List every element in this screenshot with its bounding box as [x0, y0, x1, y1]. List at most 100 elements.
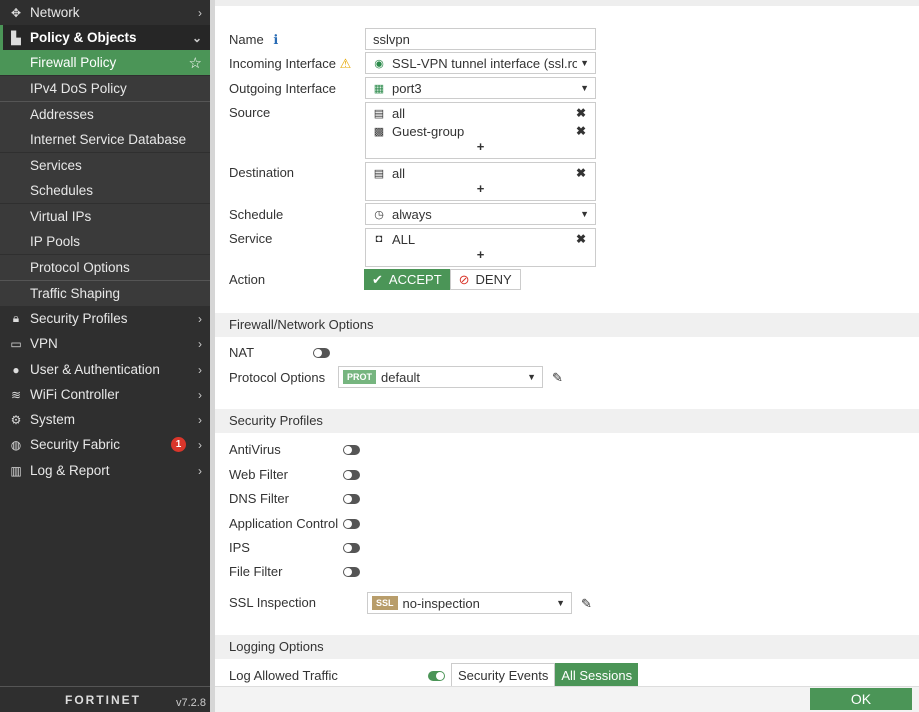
nav-label: IPv4 DoS Policy	[30, 81, 127, 96]
nav-label: Firewall Policy	[30, 55, 117, 70]
user-icon: ●	[12, 362, 20, 377]
add-service-button[interactable]: +	[373, 248, 588, 264]
nat-toggle[interactable]	[313, 348, 330, 358]
remove-icon[interactable]: ✖	[576, 124, 586, 138]
nav-label: VPN	[30, 336, 58, 351]
nav-label: Schedules	[30, 183, 94, 198]
ssl-inspection-select[interactable]: SSL no-inspection ▼	[367, 592, 572, 614]
dropdown-arrow-icon: ▼	[527, 372, 536, 382]
incoming-value: SSL-VPN tunnel interface (ssl.root)	[392, 55, 582, 71]
file-filter-toggle[interactable]	[343, 567, 360, 577]
ssl-inspection-label: SSL Inspection	[229, 595, 316, 610]
remove-icon[interactable]: ✖	[576, 166, 586, 180]
nav-system[interactable]: ⚙ System ›	[0, 407, 210, 432]
nav-label: Protocol Options	[30, 260, 130, 275]
laptop-icon: ▭	[10, 336, 22, 351]
security-events-button[interactable]: Security Events	[451, 663, 556, 686]
remove-icon[interactable]: ✖	[576, 232, 586, 246]
dropdown-arrow-icon: ▼	[577, 58, 589, 68]
nav-label: Log & Report	[30, 463, 110, 478]
deny-label: DENY	[475, 272, 512, 287]
ssl-tag: SSL	[372, 596, 398, 610]
name-label: Name ℹ	[229, 32, 278, 48]
all-sessions-button[interactable]: All Sessions	[555, 663, 639, 686]
nat-label: NAT	[229, 345, 255, 360]
service-field[interactable]: ◘ ALL ✖ +	[365, 228, 596, 267]
incoming-interface-select[interactable]: ◉ SSL-VPN tunnel interface (ssl.root) ▼	[365, 52, 596, 74]
log-mode-toggle: Security Events All Sessions	[451, 663, 639, 686]
dropdown-arrow-icon: ▼	[556, 598, 565, 608]
nav-security-profiles[interactable]: 🔒︎ Security Profiles ›	[0, 306, 210, 331]
nav-firewall-policy[interactable]: Firewall Policy ☆	[0, 50, 210, 75]
dropdown-arrow-icon: ▼	[580, 209, 589, 219]
item-label: ALL	[392, 231, 416, 247]
edit-pencil-icon[interactable]: ✎	[552, 370, 563, 386]
source-label: Source	[229, 105, 271, 120]
nav-label: Network	[30, 5, 80, 20]
edit-pencil-icon[interactable]: ✎	[581, 596, 592, 612]
ssl-value: no-inspection	[402, 595, 480, 611]
fabric-icon: ◍	[10, 437, 22, 452]
nav-vpn[interactable]: ▭ VPN ›	[0, 331, 210, 356]
ok-button[interactable]: OK	[810, 688, 912, 710]
gear-icon: ⚙	[10, 412, 22, 427]
nav-wifi-controller[interactable]: ≋ WiFi Controller ›	[0, 382, 210, 407]
add-source-button[interactable]: +	[373, 140, 588, 156]
add-destination-button[interactable]: +	[373, 182, 588, 198]
antivirus-toggle[interactable]	[343, 445, 360, 455]
log-allowed-traffic-toggle[interactable]	[428, 671, 445, 681]
chevron-right-icon: ›	[198, 412, 202, 427]
prot-tag: PROT	[343, 370, 377, 384]
nav-log-report[interactable]: ▥ Log & Report ›	[0, 458, 210, 483]
lock-icon: 🔒︎	[12, 311, 20, 325]
nav-user-authentication[interactable]: ● User & Authentication ›	[0, 357, 210, 382]
nav-protocol-options[interactable]: Protocol Options	[0, 255, 210, 280]
nav-traffic-shaping[interactable]: Traffic Shaping	[0, 281, 210, 306]
file-filter-label: File Filter	[229, 564, 283, 579]
name-input[interactable]: sslvpn	[365, 28, 596, 50]
ips-toggle[interactable]	[343, 543, 360, 553]
incoming-interface-label: Incoming Interface ⚠	[229, 56, 351, 72]
info-icon[interactable]: ℹ	[273, 32, 278, 47]
nav-addresses[interactable]: Addresses	[0, 102, 210, 127]
schedule-select[interactable]: ◷ always ▼	[365, 203, 596, 225]
remove-icon[interactable]: ✖	[576, 106, 586, 120]
outgoing-interface-select[interactable]: ▦ port3 ▼	[365, 77, 596, 99]
schedule-value: always	[392, 206, 432, 222]
nav-internet-service-database[interactable]: Internet Service Database	[0, 127, 210, 152]
deny-icon: ⊘	[458, 271, 470, 287]
application-control-toggle[interactable]	[343, 519, 360, 529]
destination-field[interactable]: ▤ all ✖ +	[365, 162, 596, 201]
protocol-options-select[interactable]: PROT default ▼	[338, 366, 543, 388]
security-profiles-header: Security Profiles	[215, 409, 919, 433]
nav-label: Policy & Objects	[30, 30, 137, 45]
destination-item: ▤ all ✖	[373, 164, 588, 182]
source-field[interactable]: ▤ all ✖ ▩ Guest-group ✖ +	[365, 102, 596, 159]
chevron-right-icon: ›	[198, 437, 202, 452]
chevron-right-icon: ›	[198, 362, 202, 377]
nav-ip-pools[interactable]: IP Pools	[0, 229, 210, 254]
action-label: Action	[229, 272, 266, 287]
deny-button[interactable]: ⊘ DENY	[449, 269, 521, 290]
log-allowed-traffic-label: Log Allowed Traffic	[229, 668, 338, 683]
accept-label: ACCEPT	[388, 272, 442, 287]
protocol-options-label: Protocol Options	[229, 370, 326, 385]
dns-filter-toggle[interactable]	[343, 494, 360, 504]
nav-virtual-ips[interactable]: Virtual IPs	[0, 204, 210, 229]
dropdown-arrow-icon: ▼	[580, 83, 589, 93]
web-filter-toggle[interactable]	[343, 470, 360, 480]
dns-filter-label: DNS Filter	[229, 491, 289, 506]
accept-button[interactable]: ✔ ACCEPT	[364, 269, 450, 290]
nav-schedules[interactable]: Schedules	[0, 178, 210, 203]
nav-network[interactable]: ✥ Network ›	[0, 0, 210, 25]
protocol-value: default	[381, 369, 421, 385]
star-icon[interactable]: ☆	[189, 54, 202, 72]
nav-ipv4-dos-policy[interactable]: IPv4 DoS Policy	[0, 76, 210, 101]
nav-security-fabric[interactable]: ◍ Security Fabric 1 ›	[0, 432, 210, 457]
destination-label: Destination	[229, 165, 295, 180]
action-toggle: ✔ ACCEPT ⊘ DENY	[364, 269, 521, 290]
item-label: Guest-group	[392, 123, 465, 139]
nav-services[interactable]: Services	[0, 153, 210, 178]
nav-policy-objects[interactable]: ▙ Policy & Objects ⌄	[0, 25, 210, 50]
vpn-tunnel-icon: ◉	[374, 57, 384, 70]
